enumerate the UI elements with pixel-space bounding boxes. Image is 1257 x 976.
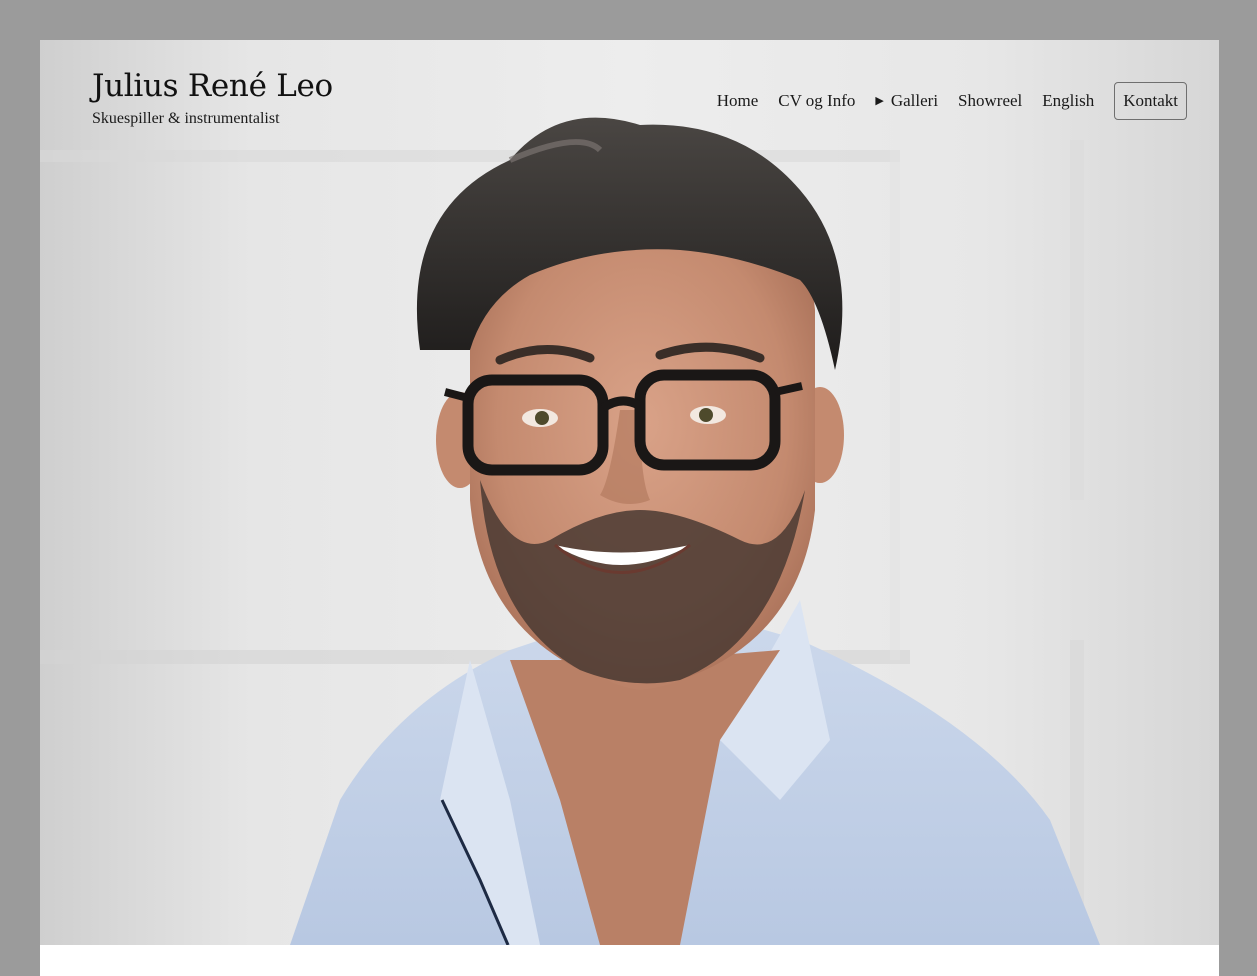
site-title[interactable]: Julius René Leo [92, 68, 333, 104]
contact-button[interactable]: Kontakt [1114, 82, 1187, 120]
nav-item-galleri-label: Galleri [890, 91, 939, 110]
nav-item-home[interactable]: Home [717, 91, 759, 111]
page-frame: Julius René Leo Skuespiller & instrument… [40, 40, 1219, 976]
hero-portrait-image: Julius René Leo Skuespiller & instrument… [40, 40, 1219, 945]
nav-item-english[interactable]: English [1042, 91, 1094, 111]
nav-item-showreel[interactable]: Showreel [958, 91, 1022, 111]
portrait-illustration [40, 117, 1100, 945]
triangle-right-icon[interactable]: ▶ [875, 94, 883, 107]
main-navigation: Home CV og Info ▶ Galleri Showreel Englis… [717, 82, 1187, 120]
nav-item-galleri[interactable]: ▶ Galleri [875, 91, 938, 111]
nav-item-cv-og-info[interactable]: CV og Info [778, 91, 855, 111]
content-area-top [40, 945, 1219, 976]
site-tagline: Skuespiller & instrumentalist [92, 110, 280, 127]
